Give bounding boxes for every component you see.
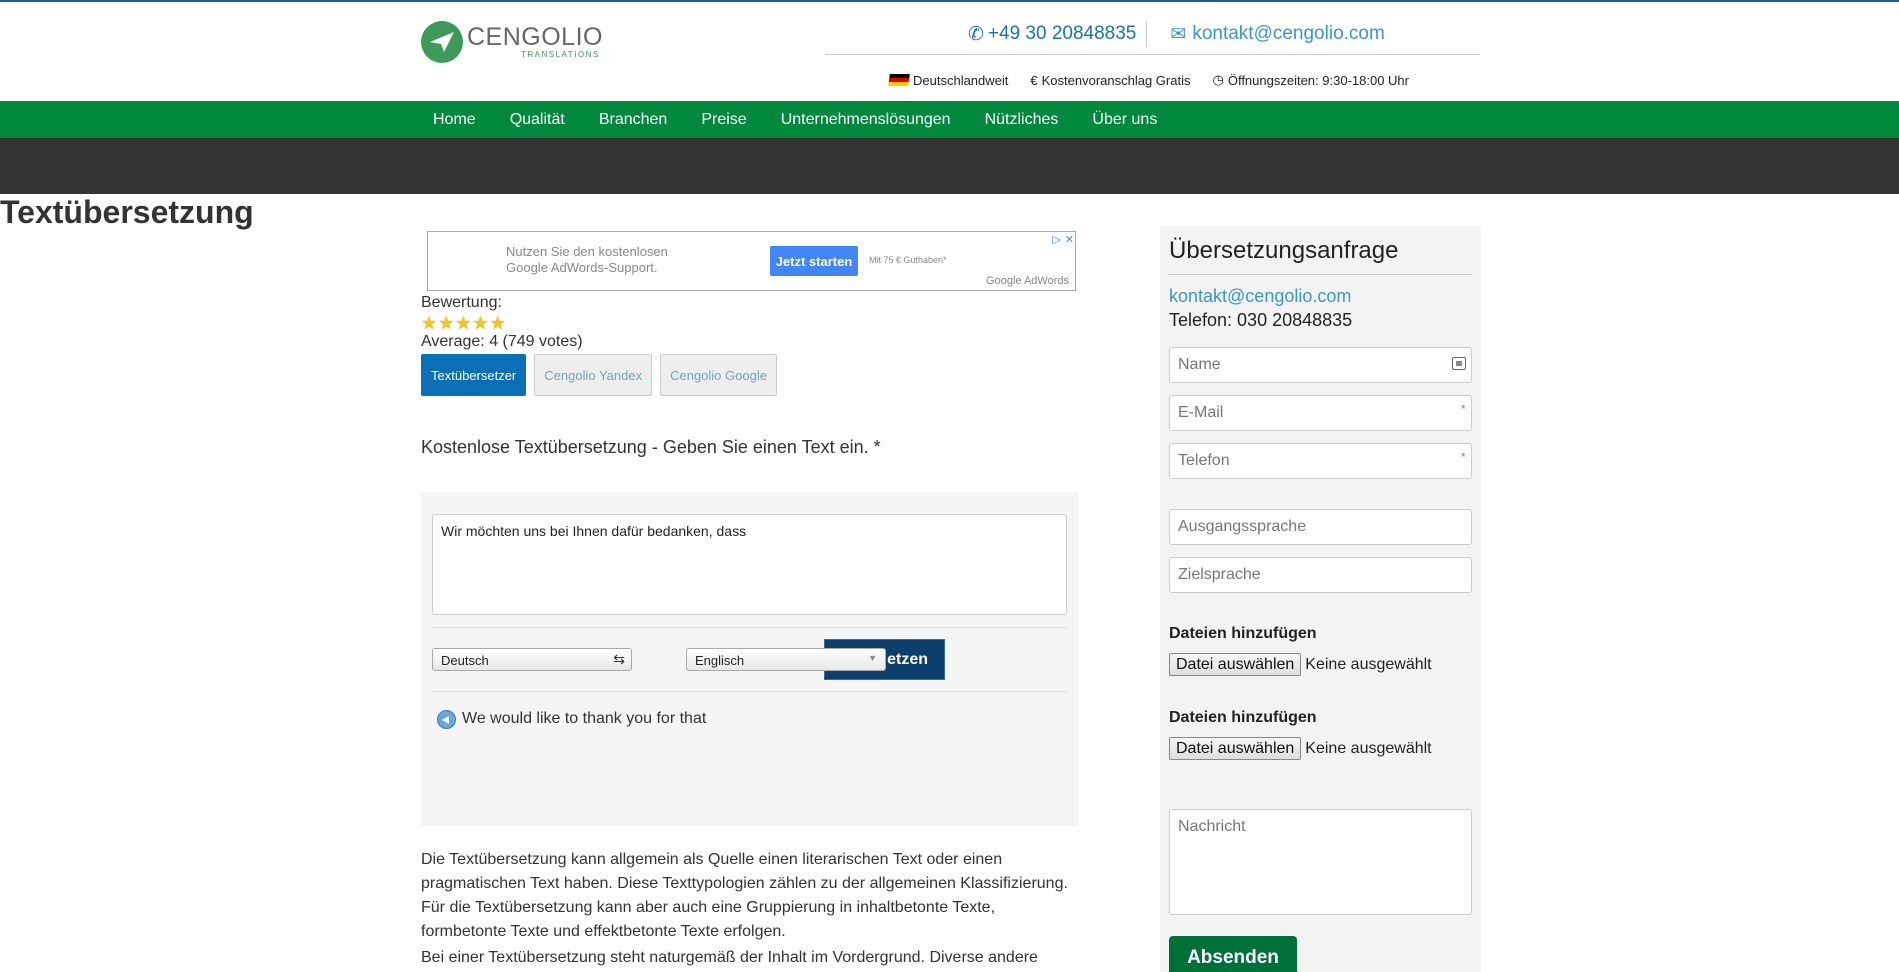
- required-mark: *: [1461, 450, 1466, 464]
- clock-icon: ◷: [1212, 72, 1224, 87]
- divider: [1146, 21, 1148, 47]
- envelope-icon: ✉: [1170, 23, 1187, 45]
- sidebar-phone: Telefon: 030 20848835: [1169, 310, 1353, 330]
- nav-item-branchen[interactable]: Branchen: [599, 111, 668, 129]
- source-text-input[interactable]: [432, 514, 1067, 615]
- header-contact: ✆ +49 30 20848835 ✉ kontakt@cengolio.com: [968, 21, 1385, 47]
- divider: [825, 54, 1480, 55]
- target-language-field[interactable]: [1169, 557, 1472, 593]
- header-meta: Deutschlandweit € Kostenvoranschlag Grati…: [888, 72, 1409, 88]
- star-icon[interactable]: ★: [490, 314, 506, 332]
- meta-region: Deutschlandweit: [913, 72, 1009, 88]
- close-icon[interactable]: ✕: [1065, 233, 1074, 246]
- rating-stars[interactable]: ★ ★ ★ ★ ★: [421, 314, 506, 332]
- nav-item-unternehmensloesungen[interactable]: Unternehmenslösungen: [781, 111, 951, 129]
- file-input[interactable]: Datei auswählen Keine ausgewählt: [1169, 737, 1432, 760]
- chevron-down-icon: ▼: [868, 653, 877, 663]
- logo-icon: [421, 21, 463, 63]
- translator-tabs: Textübersetzer Cengolio Yandex Cengolio …: [421, 354, 777, 396]
- meta-hours: Öffnungszeiten: 9:30-18:00 Uhr: [1227, 72, 1409, 88]
- tab-cengolio-yandex[interactable]: Cengolio Yandex: [534, 354, 653, 396]
- sidebar-email-link[interactable]: kontakt@cengolio.com: [1169, 286, 1351, 307]
- main-nav: Home Qualität Branchen Preise Unternehme…: [0, 101, 1899, 138]
- file-input[interactable]: Datei auswählen Keine ausgewählt: [1169, 653, 1432, 676]
- page-title: Textübersetzung: [0, 194, 254, 230]
- phone-field[interactable]: [1169, 443, 1472, 479]
- submit-button[interactable]: Absenden: [1169, 936, 1297, 972]
- ad-cta-button[interactable]: Jetzt starten: [770, 246, 858, 276]
- paragraph-line: Die Textübersetzung kann allgemein als Q…: [421, 851, 1003, 868]
- nav-item-preise[interactable]: Preise: [701, 111, 746, 129]
- choose-file-button[interactable]: Datei auswählen: [1169, 653, 1302, 676]
- speaker-icon[interactable]: [437, 710, 456, 729]
- nav-item-home[interactable]: Home: [433, 111, 476, 129]
- star-icon[interactable]: ★: [438, 314, 454, 332]
- swap-icon[interactable]: ⇆: [613, 651, 625, 668]
- star-icon[interactable]: ★: [455, 314, 471, 332]
- ad-note: Mit 75 € Guthaben*: [869, 255, 947, 265]
- german-flag-icon: [888, 74, 910, 86]
- translator-heading: Kostenlose Textübersetzung - Geben Sie e…: [421, 437, 881, 457]
- target-language-value: Englisch: [695, 653, 745, 668]
- tab-cengolio-google[interactable]: Cengolio Google: [660, 354, 777, 396]
- request-sidebar: Übersetzungsanfrage kontakt@cengolio.com…: [1160, 226, 1481, 972]
- content-paragraph: Die Textübersetzung kann allgemein als Q…: [421, 848, 1081, 944]
- file-status: Keine ausgewählt: [1305, 655, 1432, 673]
- paragraph-line: Für die Textübersetzung kann aber auch e…: [421, 899, 996, 916]
- euro-icon: €: [1030, 72, 1038, 88]
- required-mark: *: [1461, 402, 1466, 416]
- ad-info-icon[interactable]: ▷: [1052, 233, 1060, 246]
- paragraph-line: pragmatischen Text haben. Diese Texttypo…: [421, 875, 1068, 892]
- message-field[interactable]: [1169, 809, 1472, 915]
- rating-average: Average: 4 (749 votes): [421, 333, 583, 350]
- ad-controls: ▷ ✕: [1052, 233, 1074, 246]
- paragraph-line: formbetonte Texte und effektbetonte Text…: [421, 923, 786, 940]
- files-label: Dateien hinzufügen: [1169, 709, 1317, 726]
- email-field[interactable]: [1169, 395, 1472, 431]
- header-email: kontakt@cengolio.com: [1192, 23, 1385, 44]
- nav-item-nuetzliches[interactable]: Nützliches: [985, 111, 1059, 129]
- translation-result: We would like to thank you for that: [462, 710, 707, 727]
- header-phone: +49 30 20848835: [987, 23, 1137, 44]
- sidebar-title: Übersetzungsanfrage: [1169, 237, 1399, 264]
- nav-item-qualitaet[interactable]: Qualität: [510, 111, 565, 129]
- header-phone-link[interactable]: ✆ +49 30 20848835: [968, 23, 1136, 46]
- choose-file-button[interactable]: Datei auswählen: [1169, 737, 1302, 760]
- contact-card-icon: [1452, 357, 1466, 370]
- meta-quote: Kostenvoranschlag Gratis: [1041, 72, 1191, 88]
- site-header: CENGOLIO TRANSLATIONS ✆ +49 30 20848835 …: [0, 2, 1899, 101]
- logo-name: CENGOLIO: [467, 23, 603, 51]
- star-icon[interactable]: ★: [472, 314, 488, 332]
- source-language-value: Deutsch: [441, 653, 489, 668]
- title-bar: [0, 138, 1899, 194]
- ad-text: Nutzen Sie den kostenlosen Google AdWord…: [506, 244, 668, 275]
- ad-banner[interactable]: Nutzen Sie den kostenlosen Google AdWord…: [427, 231, 1076, 291]
- star-icon[interactable]: ★: [421, 314, 437, 332]
- rating-label: Bewertung:: [421, 294, 502, 311]
- tab-textuebersetzer[interactable]: Textübersetzer: [421, 354, 527, 396]
- content-paragraph: Bei einer Textübersetzung steht naturgem…: [421, 949, 1038, 966]
- header-email-link[interactable]: ✉ kontakt@cengolio.com: [1170, 23, 1384, 46]
- name-field[interactable]: [1169, 347, 1472, 383]
- translator-box: Deutsch ⇆ etzen Englisch ▼ We would like…: [421, 492, 1078, 826]
- logo[interactable]: CENGOLIO TRANSLATIONS: [421, 21, 603, 63]
- phone-icon: ✆: [968, 23, 984, 45]
- source-language-select[interactable]: Deutsch ⇆: [432, 648, 632, 671]
- divider: [1169, 274, 1471, 275]
- logo-subtitle: TRANSLATIONS: [521, 50, 600, 59]
- file-status: Keine ausgewählt: [1305, 739, 1432, 757]
- target-language-select[interactable]: Englisch ▼: [686, 648, 886, 671]
- divider: [432, 627, 1067, 628]
- ad-brand: Google AdWords: [986, 275, 1069, 287]
- source-language-field[interactable]: [1169, 509, 1472, 545]
- divider: [432, 691, 1067, 692]
- nav-item-ueber-uns[interactable]: Über uns: [1092, 111, 1157, 129]
- files-label: Dateien hinzufügen: [1169, 625, 1317, 642]
